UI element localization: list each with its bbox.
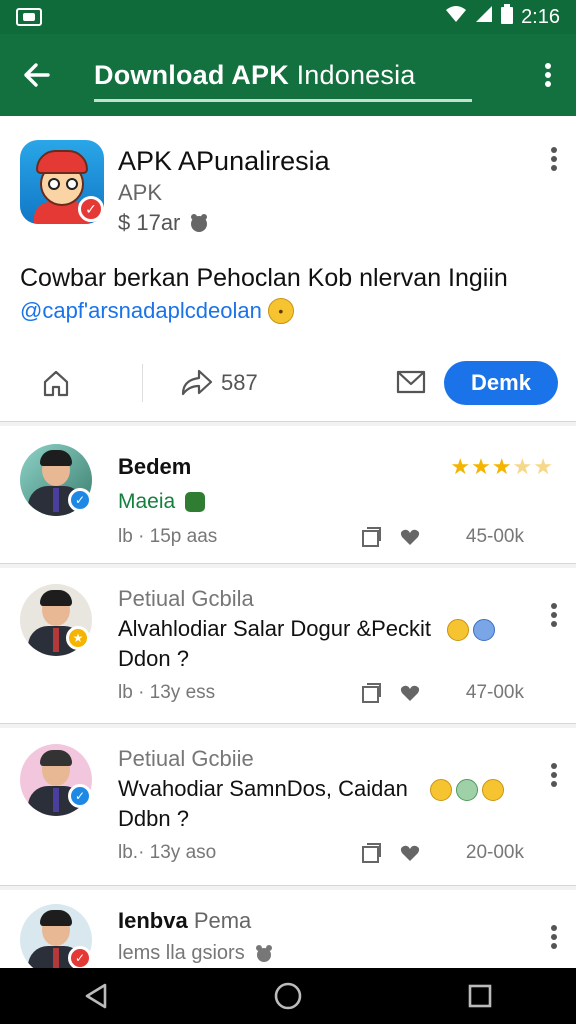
review-text: Wvahodiar SamnDos, Caidan (118, 776, 504, 802)
review-item[interactable]: ✓ Ienbva Pema lems lla gsiors (0, 890, 576, 968)
arrow-left-icon (24, 63, 50, 87)
review-meta: lb.· 13y aso (118, 842, 217, 863)
star-rating: ★★★★★ (450, 454, 554, 479)
status-indicators: 2:16 (445, 4, 560, 30)
app-actions-row: 587 Demk (0, 356, 576, 410)
battery-icon (501, 4, 514, 30)
star-badge-icon: ★ (66, 626, 90, 650)
home-button[interactable] (36, 363, 76, 403)
nav-back-button[interactable] (66, 968, 126, 1024)
more-vert-icon (545, 63, 551, 87)
review-text-line2: Ddon ? (118, 646, 189, 671)
more-vert-icon (551, 147, 557, 171)
nav-home-button[interactable] (258, 968, 318, 1024)
review-author: Petiual Gcbiie (118, 746, 254, 771)
review-meta: lb · 15p aas (118, 526, 218, 547)
review-item[interactable]: ✓ Petiual Gcbiie Wvahodiar SamnDos, Caid… (0, 728, 576, 886)
heart-icon[interactable] (400, 684, 420, 702)
emoji-face-icon: • (267, 298, 294, 324)
review-count: 20-00k (465, 842, 524, 863)
badge-icon (191, 214, 208, 232)
status-time: 2:16 (521, 5, 560, 28)
review-actions: 20-00k (360, 842, 524, 864)
page-title: Download APK Indonesia (94, 59, 416, 90)
system-nav-bar (0, 968, 576, 1024)
back-button[interactable] (0, 34, 72, 116)
verified-badge-icon: ✓ (68, 946, 92, 968)
title-underline (94, 99, 472, 102)
search-title-field[interactable]: Download APK Indonesia (72, 34, 520, 116)
signal-icon (475, 5, 493, 29)
verified-check-icon: ✓ (68, 784, 92, 808)
reaction-emojis-icon (447, 619, 496, 642)
review-text: Alvahlodiar Salar Dogur &Peckit (118, 616, 496, 642)
badge-icon (256, 944, 273, 962)
app-price: $ 17ar (118, 210, 210, 236)
mail-icon (396, 370, 426, 393)
content-scroll[interactable]: ✓ APK APunaliresia APK $ 17ar Cowbar ber… (0, 116, 576, 968)
copy-icon[interactable] (360, 526, 382, 548)
more-vert-icon (551, 763, 557, 787)
review-text-line2: Ddbn ? (118, 806, 189, 831)
divider (142, 364, 143, 402)
triangle-back-icon (85, 983, 107, 1009)
notification-key-icon (16, 8, 42, 26)
review-author: Bedem (118, 454, 192, 479)
download-button[interactable]: Demk (444, 361, 558, 405)
app-description: Cowbar berkan Pehoclan Kob nlervan Ingii… (20, 264, 508, 292)
share-arrow-icon (181, 369, 213, 396)
share-count: 587 (221, 370, 258, 395)
more-vert-icon (551, 925, 557, 949)
review-more-button[interactable] (550, 924, 558, 955)
review-count: 45-00k (465, 526, 524, 547)
share-button[interactable]: 587 (179, 368, 258, 398)
review-actions: 45-00k (360, 526, 524, 548)
reaction-emojis-icon (429, 779, 504, 802)
review-author: Petiual Gcbila (118, 586, 254, 611)
heart-icon[interactable] (400, 844, 420, 862)
verified-check-icon: ✓ (68, 488, 92, 512)
heart-icon[interactable] (400, 528, 420, 546)
app-tags[interactable]: @capf'arsnadaplcdeolan • (20, 298, 294, 324)
home-icon (43, 370, 69, 397)
app-bar: Download APK Indonesia (0, 34, 576, 116)
nav-recents-button[interactable] (450, 968, 510, 1024)
app-card: ✓ APK APunaliresia APK $ 17ar Cowbar ber… (0, 116, 576, 422)
review-more-button[interactable] (550, 602, 558, 633)
verified-badge-icon: ✓ (78, 196, 104, 222)
status-bar: 2:16 (0, 0, 576, 34)
more-vert-icon (551, 603, 557, 627)
review-actions: 47-00k (360, 682, 524, 704)
review-count: 47-00k (465, 682, 524, 703)
circle-home-icon (274, 982, 302, 1010)
overflow-menu-button[interactable] (520, 34, 576, 116)
wifi-icon (445, 5, 467, 29)
copy-icon[interactable] (360, 842, 382, 864)
review-more-button[interactable] (550, 762, 558, 793)
app-type: APK (118, 180, 163, 205)
review-item[interactable]: ✓ Bedem ★★★★★ Maeia lb · 15p aas 45-00k (0, 426, 576, 564)
app-more-button[interactable] (550, 146, 558, 177)
app-name: APK APunaliresia (118, 146, 330, 176)
review-subtitle: Maeia (118, 490, 206, 514)
square-recents-icon (468, 984, 492, 1008)
review-author: Ienbva Pema (118, 908, 252, 933)
copy-icon[interactable] (360, 682, 382, 704)
review-meta: lb · 13y ess (118, 682, 216, 703)
tag-icon (185, 492, 206, 513)
message-button[interactable] (396, 368, 426, 399)
review-item[interactable]: ★ Petiual Gcbila Alvahlodiar Salar Dogur… (0, 568, 576, 724)
review-meta: lems lla gsiors (118, 942, 274, 965)
